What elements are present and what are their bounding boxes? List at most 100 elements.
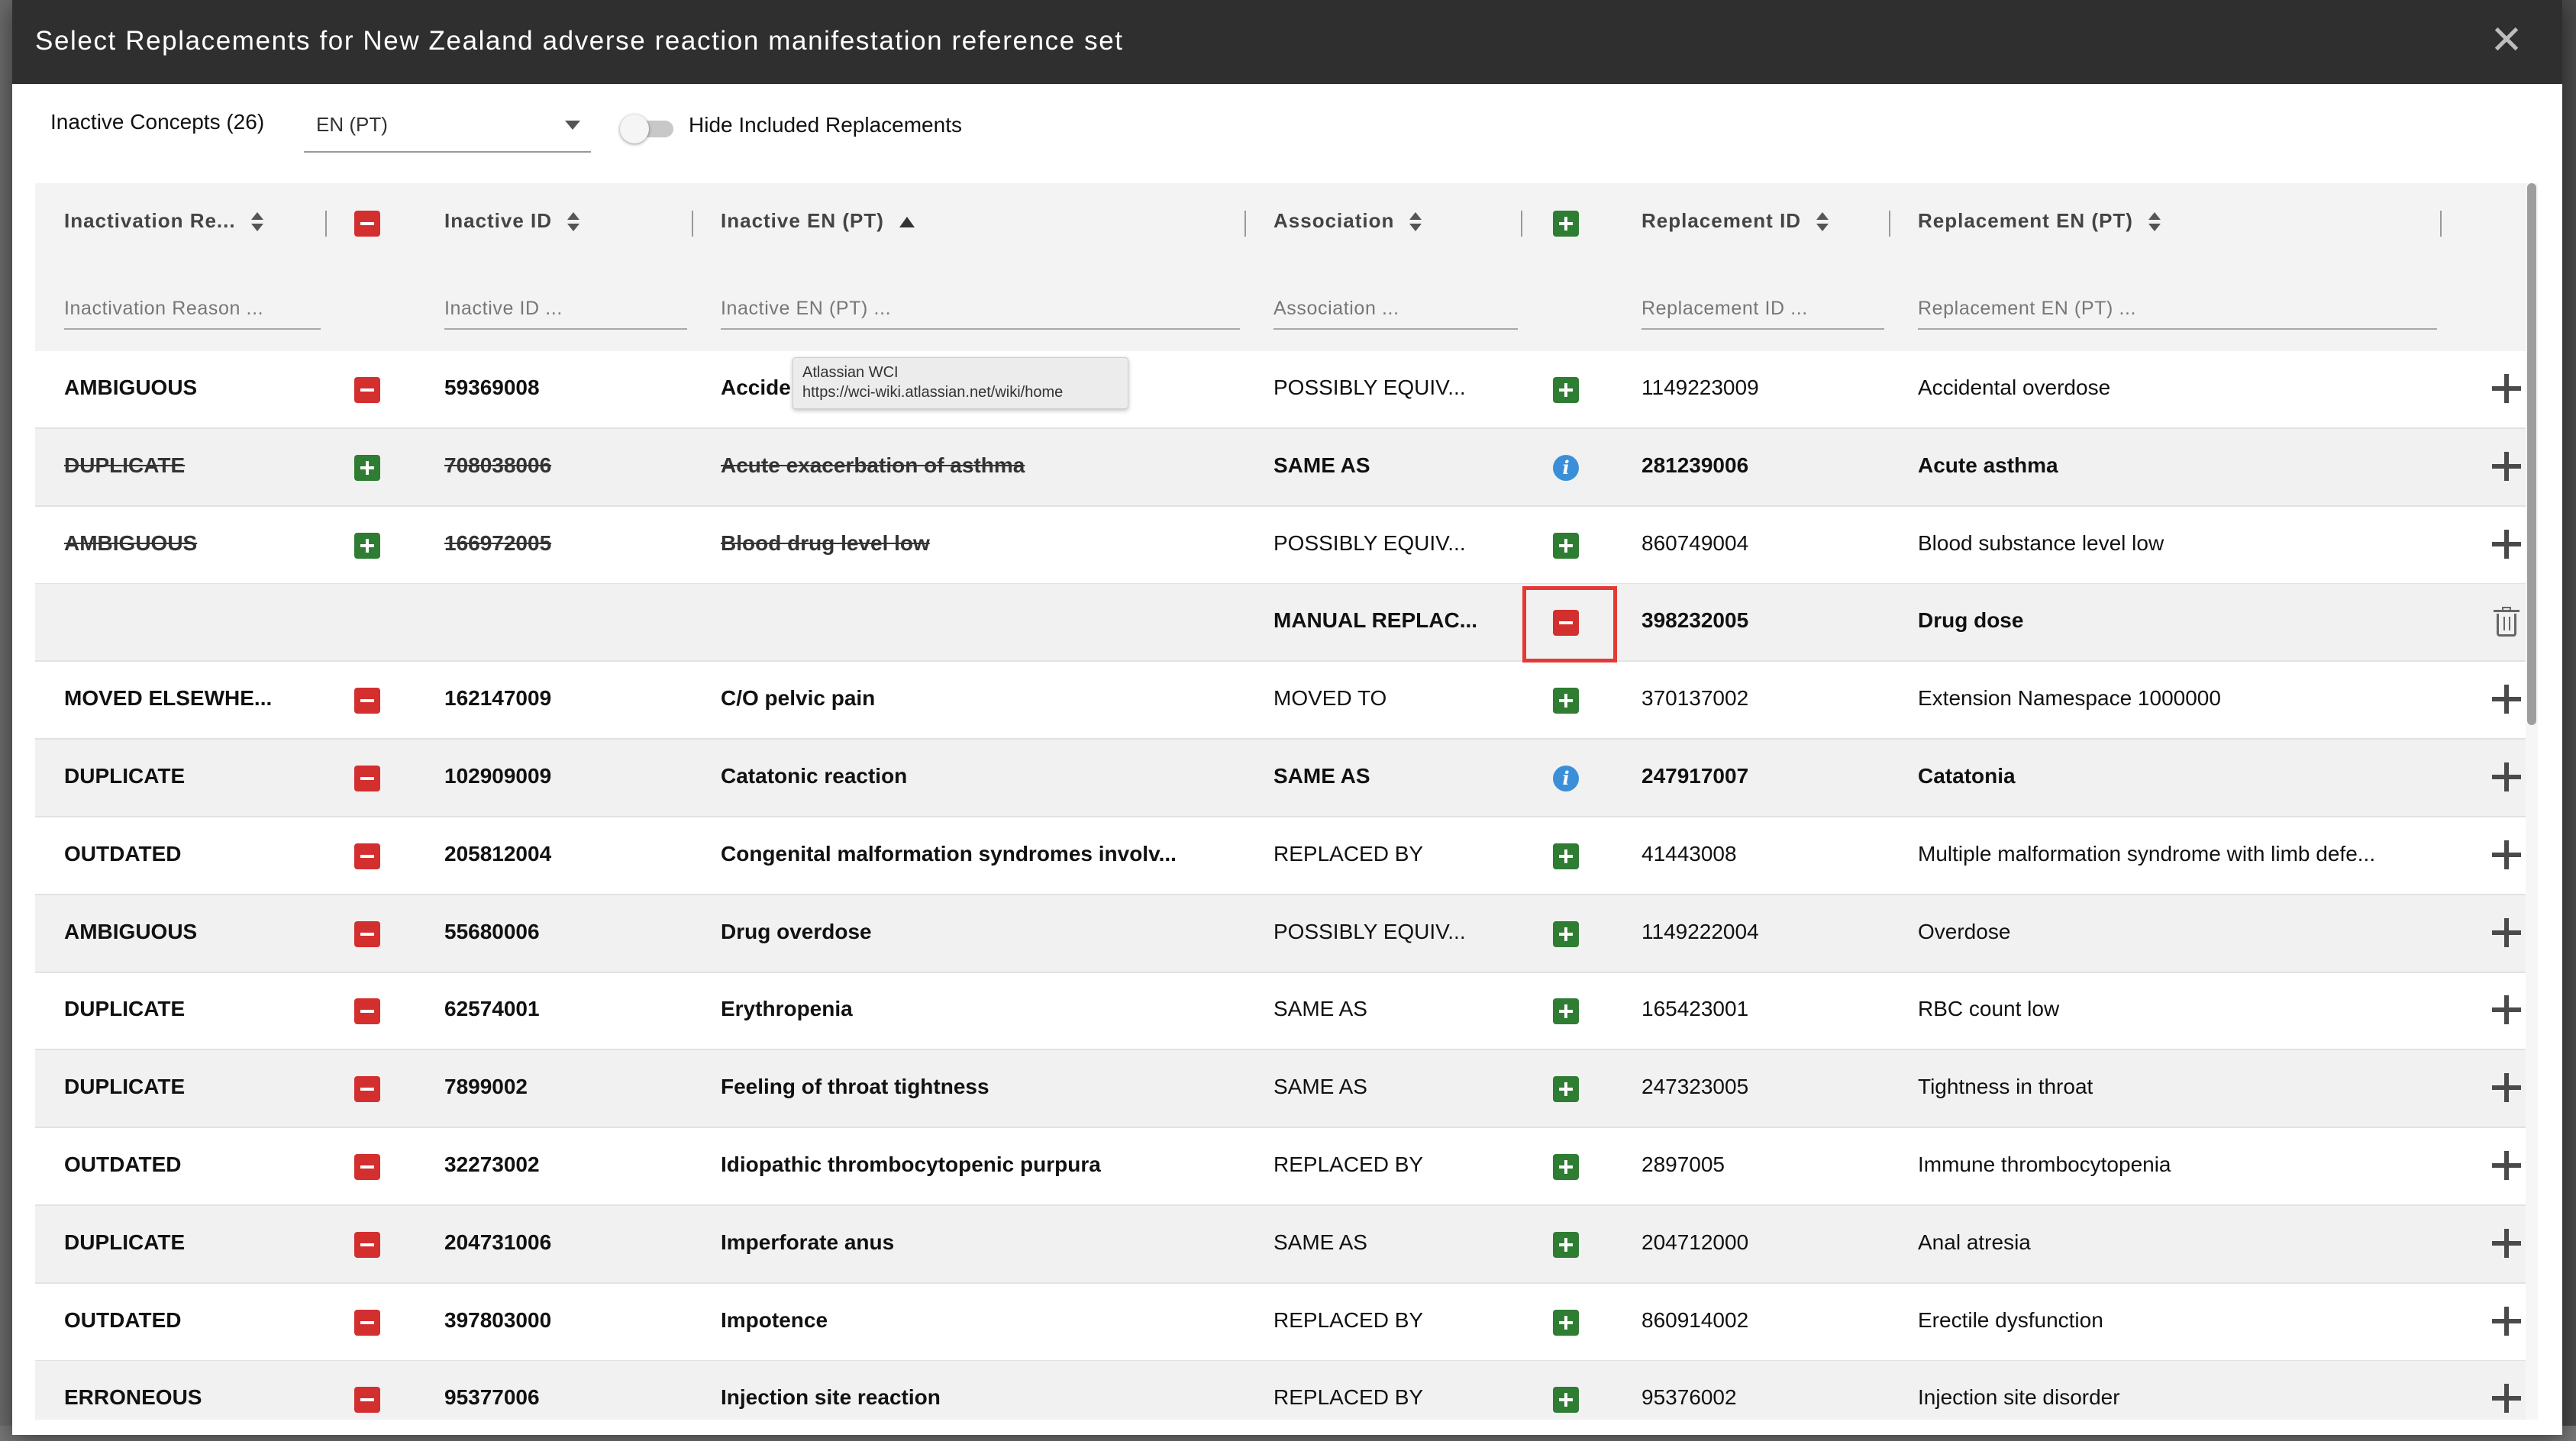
sort-icon[interactable] xyxy=(1816,212,1829,232)
include-icon[interactable] xyxy=(1553,377,1579,403)
add-icon[interactable] xyxy=(2492,995,2521,1025)
col-inactive-id[interactable]: Inactive ID xyxy=(444,209,580,233)
sort-icon[interactable] xyxy=(567,212,580,232)
table-row[interactable]: AMBIGUOUS 55680006 Drug overdose POSSIBLY E… xyxy=(35,895,2536,973)
inactive-id-cell: 7899002 xyxy=(444,1075,528,1099)
include-icon[interactable] xyxy=(1553,1309,1579,1336)
add-icon[interactable] xyxy=(2492,374,2521,403)
inactive-en-cell: Acute exacerbation of asthma xyxy=(721,453,1025,477)
include-icon[interactable] xyxy=(354,532,380,559)
table-row[interactable]: MOVED ELSEWHE... 162147009 C/O pelvic pain… xyxy=(35,662,2536,740)
remove-icon[interactable] xyxy=(354,688,380,714)
inactive-id-cell: 95377006 xyxy=(444,1385,540,1410)
col-inactive-en[interactable]: Inactive EN (PT) xyxy=(721,209,915,233)
close-icon[interactable]: ✕ xyxy=(2487,21,2526,60)
add-icon[interactable] xyxy=(2492,762,2521,791)
column-divider xyxy=(325,211,327,237)
table-row[interactable]: DUPLICATE 102909009 Catatonic reaction SAME… xyxy=(35,740,2536,817)
include-icon[interactable] xyxy=(1553,998,1579,1025)
add-icon[interactable] xyxy=(2492,451,2521,481)
remove-icon[interactable] xyxy=(354,1231,380,1258)
remove-icon[interactable] xyxy=(354,1309,380,1336)
table-row[interactable]: OUTDATED 397803000 Impotence REPLACED BY 860… xyxy=(35,1284,2536,1362)
table-row[interactable]: AMBIGUOUS 166972005 Blood drug level low PO… xyxy=(35,507,2536,585)
add-icon[interactable] xyxy=(2492,529,2521,559)
association-cell: SAME AS xyxy=(1273,997,1367,1021)
replacement-en-cell: Anal atresia xyxy=(1918,1230,2031,1254)
replacement-en-cell: Tightness in throat xyxy=(1918,1075,2093,1099)
add-icon[interactable] xyxy=(2492,1306,2521,1336)
col-replacement-id[interactable]: Replacement ID xyxy=(1641,209,1829,233)
include-icon[interactable] xyxy=(1553,1231,1579,1258)
add-icon[interactable] xyxy=(2492,1151,2521,1180)
table-row[interactable]: OUTDATED 32273002 Idiopathic thrombocytope… xyxy=(35,1128,2536,1206)
scrollbar-thumb[interactable] xyxy=(2527,183,2536,725)
include-icon[interactable] xyxy=(1553,843,1579,869)
include-icon[interactable] xyxy=(354,454,380,481)
replacement-id-cell: 281239006 xyxy=(1641,453,1749,477)
include-icon[interactable] xyxy=(1553,920,1579,947)
table-row[interactable]: OUTDATED 205812004 Congenital malformation… xyxy=(35,817,2536,895)
remove-icon[interactable] xyxy=(354,766,380,791)
include-icon[interactable] xyxy=(1553,1076,1579,1103)
sort-icon[interactable] xyxy=(2148,212,2161,232)
inactive-id-cell: 62574001 xyxy=(444,997,540,1021)
col-replacement-en[interactable]: Replacement EN (PT) xyxy=(1918,209,2161,233)
table-row[interactable]: AMBIGUOUS 59369008 Accide POSSIBLY EQUIV...… xyxy=(35,351,2536,429)
remove-icon[interactable] xyxy=(354,1076,380,1103)
sort-ascending-icon[interactable] xyxy=(899,217,915,228)
filter-inactivation-reason[interactable]: Inactivation Reason ... xyxy=(64,298,321,330)
include-icon[interactable] xyxy=(1553,1154,1579,1180)
table-row[interactable]: DUPLICATE 62574001 Erythropenia SAME AS 1654… xyxy=(35,972,2536,1051)
add-icon[interactable] xyxy=(2492,1384,2521,1414)
trash-icon[interactable] xyxy=(2494,607,2520,637)
remove-icon[interactable] xyxy=(354,843,380,869)
language-select[interactable]: EN (PT) xyxy=(304,104,591,153)
sort-icon[interactable] xyxy=(1409,212,1422,232)
remove-icon[interactable] xyxy=(354,1154,380,1180)
sort-icon[interactable] xyxy=(250,212,263,232)
remove-icon[interactable] xyxy=(354,920,380,947)
dialog-header: Select Replacements for New Zealand adve… xyxy=(12,0,2562,84)
table-row[interactable]: MANUAL REPLAC... 398232005 Drug dose xyxy=(35,584,2536,662)
replacement-id-cell: 398232005 xyxy=(1641,608,1749,633)
table-row[interactable]: DUPLICATE 204731006 Imperforate anus SAME A… xyxy=(35,1205,2536,1284)
table-row[interactable]: ERRONEOUS 95377006 Injection site reaction… xyxy=(35,1361,2536,1420)
association-cell: POSSIBLY EQUIV... xyxy=(1273,919,1466,943)
remove-all-button[interactable] xyxy=(354,211,380,237)
add-icon[interactable] xyxy=(2492,840,2521,869)
add-all-button[interactable] xyxy=(1553,211,1579,237)
replacement-en-cell: Extension Namespace 1000000 xyxy=(1918,686,2221,711)
toggle-thumb xyxy=(620,114,649,143)
include-icon[interactable] xyxy=(1553,1387,1579,1414)
inactive-id-cell: 204731006 xyxy=(444,1230,552,1254)
col-inactivation-reason[interactable]: Inactivation Re... xyxy=(64,209,263,233)
replacement-en-cell: Catatonia xyxy=(1918,764,2016,788)
info-icon[interactable]: i xyxy=(1553,454,1579,481)
column-divider xyxy=(1889,211,1890,237)
replacement-en-cell: Overdose xyxy=(1918,919,2011,943)
inactivation-reason-cell: OUTDATED xyxy=(64,1307,182,1332)
filter-inactive-id[interactable]: Inactive ID ... xyxy=(444,298,687,330)
filter-replacement-en[interactable]: Replacement EN (PT) ... xyxy=(1918,298,2437,330)
add-icon[interactable] xyxy=(2492,685,2521,714)
remove-icon[interactable] xyxy=(354,998,380,1025)
include-icon[interactable] xyxy=(1553,532,1579,559)
replacement-id-cell: 860914002 xyxy=(1641,1307,1749,1332)
replacement-en-cell: Immune thrombocytopenia xyxy=(1918,1152,2171,1176)
info-icon[interactable]: i xyxy=(1553,766,1579,791)
table-row[interactable]: DUPLICATE 708038006 Acute exacerbation of … xyxy=(35,428,2536,507)
remove-icon[interactable] xyxy=(354,377,380,403)
remove-icon[interactable] xyxy=(354,1387,380,1414)
hide-included-toggle[interactable] xyxy=(620,114,673,143)
table-row[interactable]: DUPLICATE 7899002 Feeling of throat tightn… xyxy=(35,1050,2536,1129)
add-icon[interactable] xyxy=(2492,1228,2521,1258)
filter-replacement-id[interactable]: Replacement ID ... xyxy=(1641,298,1884,330)
add-icon[interactable] xyxy=(2492,917,2521,947)
include-icon[interactable] xyxy=(1553,688,1579,714)
filter-inactive-en[interactable]: Inactive EN (PT) ... xyxy=(721,298,1240,330)
col-association[interactable]: Association xyxy=(1273,209,1422,233)
filter-association[interactable]: Association ... xyxy=(1273,298,1518,330)
add-icon[interactable] xyxy=(2492,1073,2521,1103)
table-scrollbar[interactable] xyxy=(2526,183,2538,1420)
